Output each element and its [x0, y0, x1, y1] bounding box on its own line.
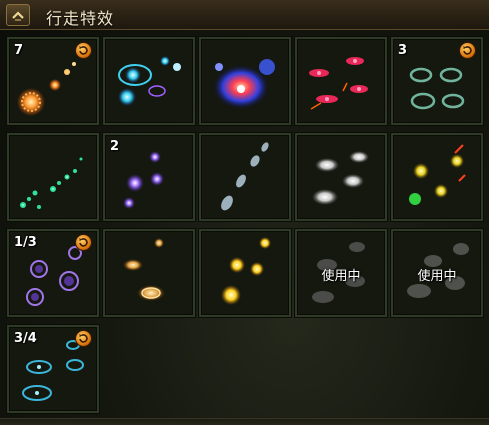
walking-effects-panel: 行走特效 7 3 2 1/3 使用中 使用中 3/4 [0, 0, 489, 425]
collapse-button[interactable] [6, 4, 30, 26]
crimson-wisp-effect-icon [309, 57, 368, 110]
refresh-icon [79, 238, 88, 247]
refresh-badge [75, 42, 92, 59]
title-bar: 行走特效 [0, 0, 489, 30]
effect-slot[interactable] [199, 37, 291, 125]
frost-footprint-effect-icon [221, 142, 269, 211]
effect-slot[interactable] [103, 229, 195, 317]
effect-slot[interactable]: 1/3 [7, 229, 99, 317]
effect-slot[interactable]: 2 [103, 133, 195, 221]
effect-slot[interactable]: 7 [7, 37, 99, 125]
slot-count: 7 [14, 43, 24, 58]
chevron-up-icon [12, 11, 24, 21]
effect-slot[interactable] [391, 133, 483, 221]
golden-orb-effect-icon [409, 144, 466, 205]
in-use-label: 使用中 [417, 269, 457, 284]
effect-slot[interactable]: 使用中 [295, 229, 387, 317]
panel-bottom-border [0, 418, 489, 425]
slot-count: 3 [398, 43, 408, 58]
refresh-icon [79, 46, 88, 55]
in-use-label: 使用中 [321, 269, 361, 284]
effect-slot[interactable]: 使用中 [391, 229, 483, 317]
effect-slot[interactable] [295, 37, 387, 125]
panel-title: 行走特效 [46, 9, 115, 28]
effect-slot[interactable]: 3 [391, 37, 483, 125]
refresh-badge [75, 234, 92, 251]
amber-glow-effect-icon [123, 238, 165, 301]
effect-slot[interactable] [7, 133, 99, 221]
refresh-icon [463, 46, 472, 55]
effect-slot[interactable] [103, 37, 195, 125]
cosmic-nebula-effect-icon [213, 59, 275, 109]
emerald-sparkle-effect-icon [20, 157, 83, 209]
slot-count: 2 [110, 139, 120, 154]
refresh-badge [459, 42, 476, 59]
effect-slot[interactable] [199, 133, 291, 221]
slot-count: 1/3 [14, 235, 37, 250]
slot-count: 3/4 [14, 331, 37, 346]
effect-slot[interactable]: 3/4 [7, 325, 99, 413]
cyan-swirl-effect-icon [118, 56, 181, 106]
gold-flame-effect-icon [221, 237, 271, 305]
refresh-icon [79, 334, 88, 343]
white-smoke-effect-icon [312, 151, 369, 205]
effect-slot[interactable] [199, 229, 291, 317]
refresh-badge [75, 330, 92, 347]
effect-slot[interactable] [295, 133, 387, 221]
